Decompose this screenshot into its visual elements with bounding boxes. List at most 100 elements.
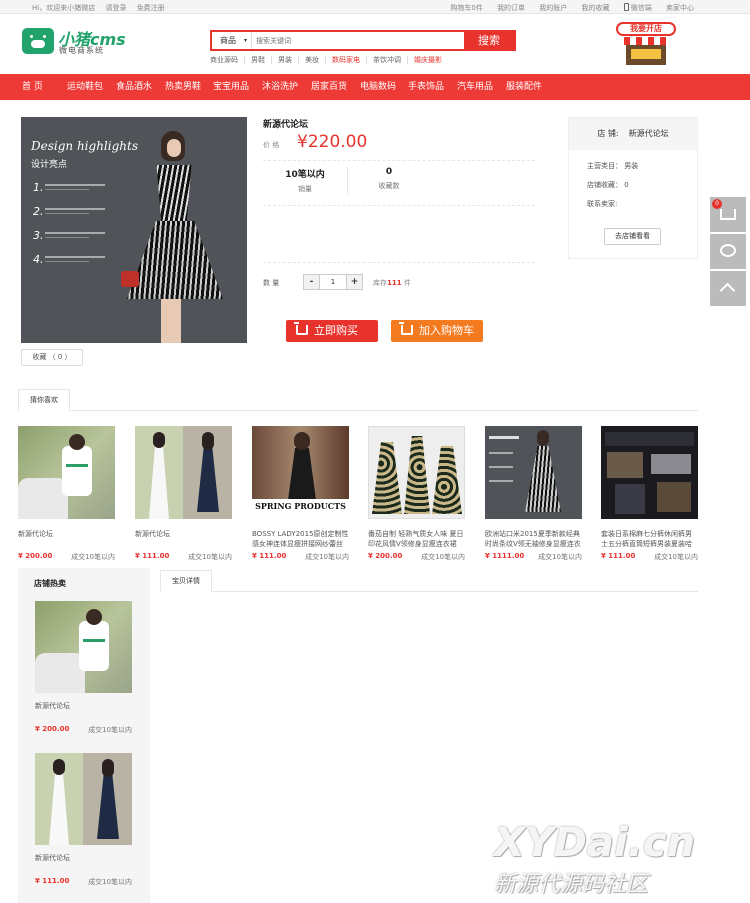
search-input[interactable]	[256, 33, 466, 48]
seller-center-link[interactable]: 卖家中心	[666, 4, 694, 12]
nav-item[interactable]: 居家百货	[311, 74, 347, 100]
hot-keyword[interactable]: 茶饮冲调	[373, 56, 408, 64]
store-hot-panel: 店铺热卖 新源代论坛 ¥ 200.00 成交10笔以内 新源代论坛 ¥ 111.…	[18, 568, 150, 903]
nav-item[interactable]: 热卖男鞋	[165, 74, 201, 100]
side-chat-button[interactable]	[710, 234, 746, 269]
search-button[interactable]: 搜索	[464, 32, 514, 49]
welcome-text: Hi，欢迎来小猪微店	[32, 4, 96, 12]
store-label: 店 铺:	[597, 129, 619, 138]
nav-item[interactable]: 沐浴洗护	[262, 74, 298, 100]
quantity-input[interactable]: 1	[320, 275, 346, 289]
tab-guess-you-like[interactable]: 猜你喜欢	[18, 389, 70, 411]
product-card[interactable]: 套装日系棉麻七分裤休闲裤男士五分裤直筒短裤男装夏装哈伦裤 ¥ 111.00 成交…	[601, 426, 698, 561]
nav-item[interactable]: 电脑数码	[360, 74, 396, 100]
nav-item[interactable]: 宝宝用品	[213, 74, 249, 100]
favorite-button[interactable]: 收藏 （ 0 ）	[21, 349, 83, 366]
product-card[interactable]: 新源代论坛 ¥ 111.00 成交10笔以内	[135, 426, 232, 561]
favorites-link[interactable]: 我的收藏	[582, 4, 610, 12]
product-main-image[interactable]: Design highlights 设计亮点 1. 2. 3. 4.	[21, 117, 247, 343]
open-store-label: 我要开店	[616, 22, 676, 36]
open-store-promo[interactable]: 我要开店	[614, 22, 678, 66]
hot-keyword[interactable]: 商业源码	[210, 56, 245, 64]
store-contact[interactable]: 联系卖家:	[587, 199, 617, 209]
product-card[interactable]: 番茄自制 轻熟气质女人味 夏日印花风情V领修身显瘦连衣裙 送 ¥ 200.00 …	[368, 426, 465, 561]
store-fav-count: 店铺收藏： 0	[587, 181, 629, 189]
quantity-increase-button[interactable]: +	[346, 275, 362, 289]
product-name[interactable]: 番茄自制 轻熟气质女人味 夏日印花风情V领修身显瘦连衣裙 送	[368, 529, 465, 549]
store-name[interactable]: 新源代论坛	[629, 129, 669, 138]
hot-product-card[interactable]: 新源代论坛 ¥ 200.00 成交10笔以内	[35, 601, 132, 734]
hot-product-card[interactable]: 新源代论坛 ¥ 111.00 成交10笔以内	[35, 753, 132, 886]
cart-count-badge: 0	[712, 199, 722, 209]
nav-item-home[interactable]: 首 页	[22, 74, 43, 100]
orders-link[interactable]: 我的订单	[497, 4, 525, 12]
quantity-decrease-button[interactable]: -	[304, 275, 320, 289]
hot-title: 店铺热卖	[34, 579, 66, 588]
model-face	[167, 139, 181, 157]
nav-item[interactable]: 汽车用品	[457, 74, 493, 100]
cart-link[interactable]: 购物车0件	[450, 4, 482, 12]
product-price: ¥ 1111.00	[485, 552, 525, 560]
product-thumbnail[interactable]	[35, 753, 132, 845]
product-price: ¥ 111.00	[252, 552, 287, 560]
product-thumbnail[interactable]	[35, 601, 132, 693]
store-header: 店 铺: 新源代论坛	[569, 118, 697, 150]
add-to-cart-button[interactable]: 加入购物车	[391, 320, 483, 342]
product-thumbnail[interactable]: SPRING PRODUCTS	[252, 426, 349, 519]
hot-keyword[interactable]: 婚庆摄影	[414, 56, 448, 64]
logo-eye	[43, 35, 46, 38]
product-price: ¥ 200.00	[368, 552, 403, 560]
fav-label: 收藏数	[378, 182, 400, 190]
nav-item[interactable]: 运动鞋包	[67, 74, 103, 100]
product-name[interactable]: 新源代论坛	[35, 853, 70, 863]
cart-icon	[720, 209, 736, 220]
cart-icon	[399, 322, 413, 335]
nav-item[interactable]: 手表饰品	[408, 74, 444, 100]
product-name[interactable]: 新源代论坛	[35, 701, 70, 711]
buy-now-button[interactable]: 立即购买	[286, 320, 378, 342]
hot-keyword[interactable]: 数码家电	[332, 56, 367, 64]
product-sold: 成交10笔以内	[654, 553, 698, 561]
product-sold: 成交10笔以内	[71, 553, 115, 561]
product-price: ¥ 111.00	[135, 552, 170, 560]
stock-count: 111	[387, 279, 402, 287]
product-card[interactable]: SPRING PRODUCTS BOSSY LADY2015原创定制性感女神连体…	[252, 426, 349, 561]
product-thumbnail[interactable]	[601, 426, 698, 519]
login-link[interactable]: 请登录	[105, 4, 126, 12]
search-bar: 商品 搜索	[210, 30, 516, 51]
dress-top	[156, 165, 192, 225]
hot-keyword[interactable]: 美妆	[305, 56, 326, 64]
search-category-select[interactable]: 商品	[212, 32, 252, 49]
product-thumbnail[interactable]	[485, 426, 582, 519]
product-card[interactable]: 新源代论坛 ¥ 200.00 成交10笔以内	[18, 426, 115, 561]
product-sold: 成交10笔以内	[421, 553, 465, 561]
store-window	[631, 49, 661, 59]
visit-store-button[interactable]: 去店铺看看	[604, 228, 661, 245]
site-logo[interactable]: 小猪cms 微电商系统	[22, 28, 150, 56]
price-label: 价 格	[263, 141, 280, 149]
nav-item[interactable]: 食品酒水	[116, 74, 152, 100]
register-link[interactable]: 免费注册	[137, 4, 165, 12]
product-name[interactable]: 新源代论坛	[135, 529, 232, 549]
product-name[interactable]: 欧洲站口米2015夏季新款经典时尚条纹V领无袖修身显瘦连衣	[485, 529, 582, 549]
account-link[interactable]: 我的账户	[539, 4, 567, 12]
product-thumbnail[interactable]	[368, 426, 465, 519]
hot-keyword[interactable]: 男鞋	[251, 56, 272, 64]
product-name[interactable]: 新源代论坛	[18, 529, 115, 549]
nav-item[interactable]: 服装配件	[506, 74, 542, 100]
price-row: 价 格 ¥220.00	[263, 132, 535, 156]
product-thumbnail[interactable]	[135, 426, 232, 519]
hot-keyword[interactable]: 男装	[278, 56, 299, 64]
side-toolbar: 0	[710, 197, 746, 308]
product-thumbnail[interactable]	[18, 426, 115, 519]
side-cart-button[interactable]: 0	[710, 197, 746, 232]
quantity-row: 数 量 - 1 + 库存111 件	[263, 274, 463, 290]
tab-product-detail[interactable]: 宝贝详情	[160, 570, 212, 592]
main-nav: 首 页 运动鞋包 食品酒水 热卖男鞋 宝宝用品 沐浴洗护 居家百货 电脑数码 手…	[0, 74, 750, 100]
wechat-link[interactable]: 微信端	[623, 3, 652, 12]
product-name[interactable]: BOSSY LADY2015原创定制性感女神连体显瘦拼接网纱蕾丝长	[252, 529, 349, 549]
product-name[interactable]: 套装日系棉麻七分裤休闲裤男士五分裤直筒短裤男装夏装哈伦裤	[601, 529, 698, 549]
fav-stat: 0 收藏数	[347, 167, 431, 191]
product-card[interactable]: 欧洲站口米2015夏季新款经典时尚条纹V领无袖修身显瘦连衣 ¥ 1111.00 …	[485, 426, 582, 561]
back-to-top-button[interactable]	[710, 271, 746, 306]
